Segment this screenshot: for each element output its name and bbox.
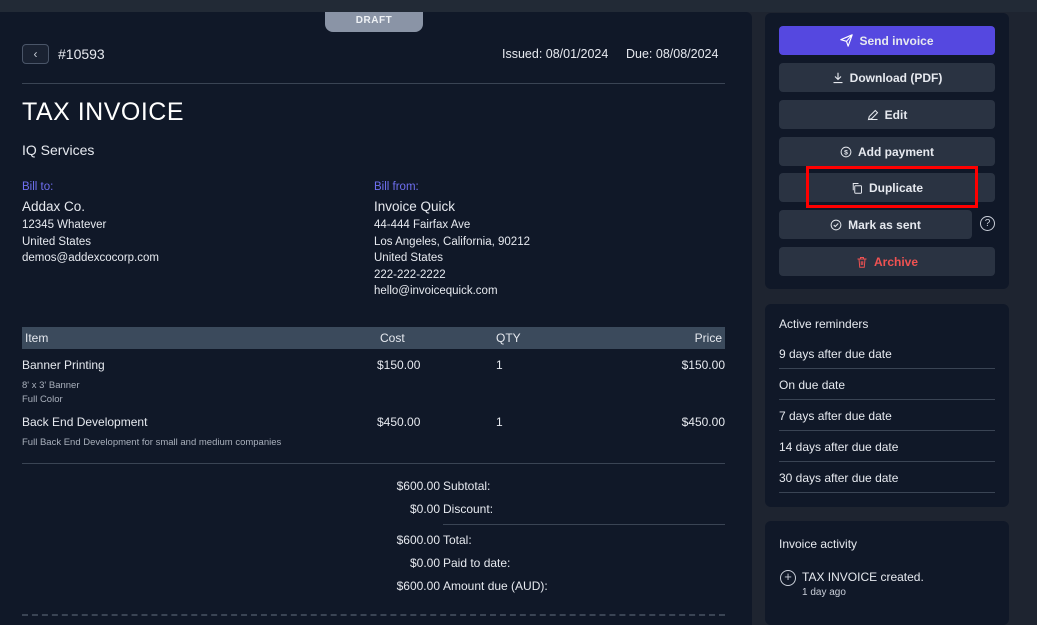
row-item-description: 8' x 3' Banner Full Color bbox=[22, 379, 80, 407]
mark-as-sent-button[interactable]: Mark as sent bbox=[779, 210, 972, 239]
subtotal-value: $600.00 bbox=[396, 479, 440, 493]
divider bbox=[779, 399, 995, 400]
issued-date: Issued: 08/01/2024 bbox=[502, 47, 609, 61]
list-item: 14 days after due date bbox=[779, 440, 899, 454]
download-pdf-label: Download (PDF) bbox=[849, 70, 943, 85]
dollar-circle-icon: $ bbox=[840, 146, 852, 157]
bill-from-label: Bill from: bbox=[374, 181, 419, 193]
chevron-left-icon: ‹ bbox=[33, 47, 38, 61]
subtotal-label: Subtotal: bbox=[443, 479, 491, 493]
row-item-price: $450.00 bbox=[681, 415, 725, 429]
row-item-cost: $150.00 bbox=[377, 358, 421, 372]
reminders-panel: Active reminders 9 days after due date O… bbox=[765, 304, 1009, 507]
invoice-document: DRAFT ‹ #10593 Issued: 08/01/2024 Due: 0… bbox=[0, 12, 752, 625]
discount-label: Discount: bbox=[443, 502, 494, 516]
invoice-title: TAX INVOICE bbox=[22, 98, 185, 126]
divider bbox=[779, 368, 995, 369]
bill-to-line: United States bbox=[22, 235, 92, 248]
send-icon bbox=[840, 34, 854, 47]
trash-icon bbox=[857, 256, 867, 268]
column-header-cost: Cost bbox=[380, 331, 405, 345]
column-header-qty: QTY bbox=[496, 331, 521, 345]
row-item-price: $150.00 bbox=[681, 358, 725, 372]
bill-to-line: 12345 Whatever bbox=[22, 219, 107, 231]
bill-from-line: United States bbox=[374, 252, 444, 264]
duplicate-highlight-box bbox=[806, 166, 978, 208]
paid-label: Paid to date: bbox=[443, 556, 511, 570]
divider bbox=[22, 463, 725, 464]
invoice-number: #10593 bbox=[58, 46, 105, 62]
bill-to-address: Addax Co. 12345 Whatever United States d… bbox=[22, 197, 159, 267]
column-header-price: Price bbox=[694, 331, 722, 345]
download-pdf-button[interactable]: Download (PDF) bbox=[779, 63, 995, 92]
company-name: IQ Services bbox=[22, 142, 95, 158]
list-item: 7 days after due date bbox=[779, 409, 892, 423]
divider bbox=[779, 430, 995, 431]
bill-to-email: demos@addexcocorp.com bbox=[22, 252, 159, 264]
list-item: 30 days after due date bbox=[779, 471, 899, 485]
mark-as-sent-label: Mark as sent bbox=[848, 217, 921, 232]
actions-panel: Send invoice Download (PDF) Edit $ Add p… bbox=[765, 13, 1009, 289]
add-payment-label: Add payment bbox=[857, 144, 934, 159]
plus-circle-icon: + bbox=[780, 570, 796, 586]
draft-status-tab: DRAFT bbox=[325, 12, 423, 32]
row-item-name: Back End Development bbox=[22, 415, 148, 429]
edit-icon bbox=[867, 109, 878, 120]
due-date: Due: 08/08/2024 bbox=[626, 47, 719, 61]
activity-panel: Invoice activity + TAX INVOICE created. … bbox=[765, 521, 1009, 625]
add-payment-button[interactable]: $ Add payment bbox=[779, 137, 995, 166]
back-button[interactable]: ‹ bbox=[22, 44, 49, 64]
bill-from-line: Los Angeles, California, 90212 bbox=[374, 235, 530, 248]
divider bbox=[443, 524, 725, 525]
activity-time: 1 day ago bbox=[802, 587, 846, 598]
edit-button[interactable]: Edit bbox=[779, 100, 995, 129]
top-strip bbox=[0, 0, 1037, 12]
row-item-name: Banner Printing bbox=[22, 358, 105, 372]
svg-text:$: $ bbox=[844, 149, 848, 156]
bill-from-name: Invoice Quick bbox=[374, 199, 456, 214]
activity-title: Invoice activity bbox=[779, 537, 858, 551]
reminders-title: Active reminders bbox=[779, 317, 869, 331]
archive-button[interactable]: Archive bbox=[779, 247, 995, 276]
amount-due-value: $600.00 bbox=[396, 579, 440, 593]
divider bbox=[779, 461, 995, 462]
table-header: Item Cost QTY Price bbox=[22, 327, 725, 349]
description-line: Full Back End Development for small and … bbox=[22, 437, 282, 448]
bill-from-address: Invoice Quick 44-444 Fairfax Ave Los Ang… bbox=[374, 197, 530, 300]
help-icon[interactable]: ? bbox=[980, 216, 995, 231]
activity-event: TAX INVOICE created. bbox=[802, 570, 924, 584]
divider bbox=[779, 492, 995, 493]
amount-due-label: Amount due (AUD): bbox=[443, 579, 548, 593]
column-header-item: Item bbox=[25, 331, 49, 345]
description-line: 8' x 3' Banner bbox=[22, 380, 80, 391]
paid-value: $0.00 bbox=[409, 556, 440, 570]
row-item-description: Full Back End Development for small and … bbox=[22, 436, 281, 450]
discount-value: $0.00 bbox=[409, 502, 440, 516]
list-item: On due date bbox=[779, 378, 846, 392]
list-item: 9 days after due date bbox=[779, 347, 892, 361]
row-item-cost: $450.00 bbox=[377, 415, 421, 429]
bill-to-label: Bill to: bbox=[22, 181, 54, 193]
download-icon bbox=[833, 72, 843, 83]
archive-label: Archive bbox=[873, 254, 919, 269]
dashed-divider bbox=[22, 614, 725, 616]
total-label: Total: bbox=[443, 533, 472, 547]
row-item-qty: 1 bbox=[496, 358, 503, 372]
divider bbox=[22, 83, 725, 84]
row-item-qty: 1 bbox=[496, 415, 503, 429]
send-invoice-button[interactable]: Send invoice bbox=[779, 26, 995, 55]
total-value: $600.00 bbox=[396, 533, 440, 547]
edit-label: Edit bbox=[884, 107, 908, 122]
bill-from-email: hello@invoicequick.com bbox=[374, 285, 498, 297]
description-line: Full Color bbox=[22, 394, 63, 405]
bill-from-line: 44-444 Fairfax Ave bbox=[374, 219, 471, 231]
send-invoice-label: Send invoice bbox=[859, 33, 934, 48]
bill-from-phone: 222-222-2222 bbox=[374, 268, 446, 281]
check-circle-icon bbox=[830, 219, 842, 230]
bill-to-name: Addax Co. bbox=[22, 199, 86, 214]
